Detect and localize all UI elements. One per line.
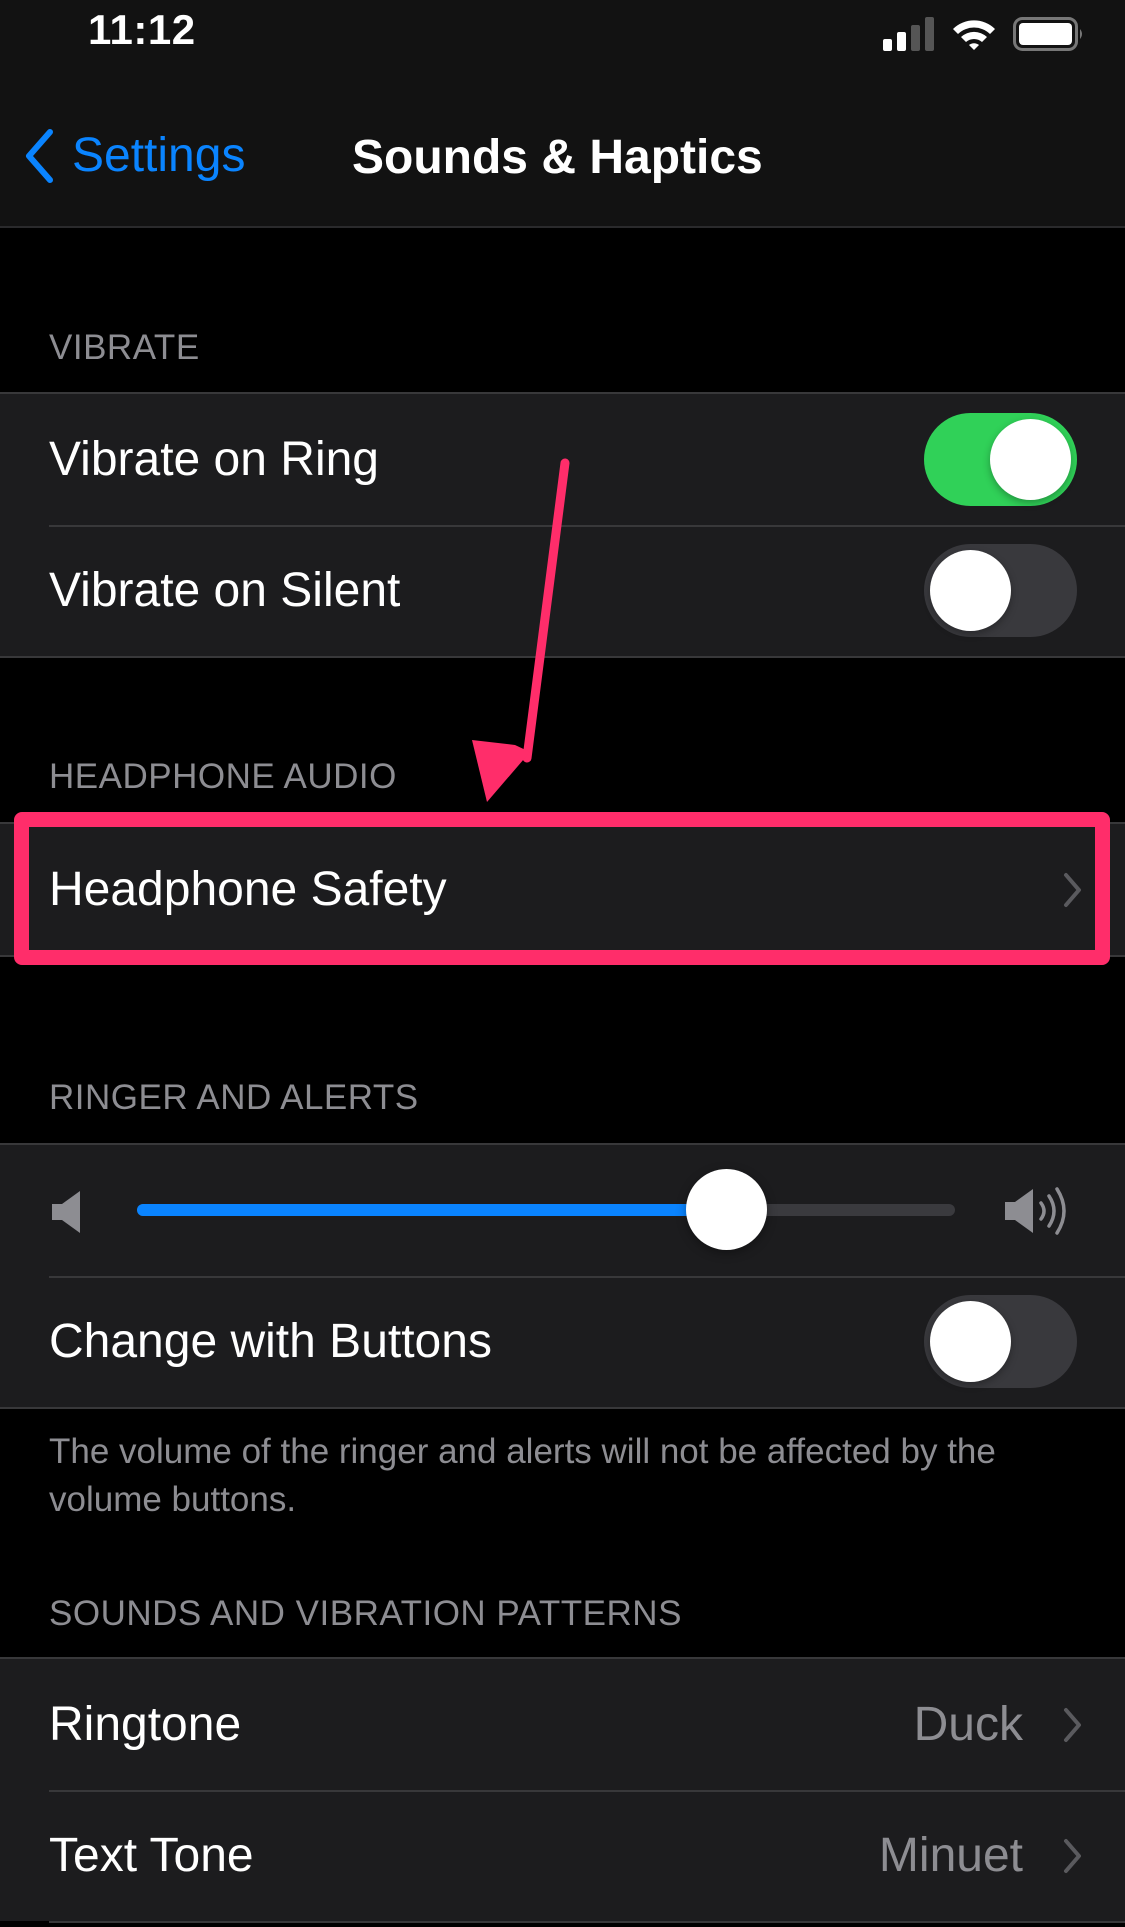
row-value: Duck bbox=[913, 1698, 1023, 1751]
headphone-audio-group: Headphone Safety bbox=[0, 822, 1125, 957]
toggle-knob bbox=[990, 419, 1071, 500]
row-value: Minuet bbox=[878, 1829, 1023, 1882]
row-label: Ringtone bbox=[49, 1698, 242, 1751]
page-title: Sounds & Haptics bbox=[352, 131, 763, 184]
headphone-safety-row[interactable]: Headphone Safety bbox=[0, 824, 1125, 955]
back-label: Settings bbox=[72, 129, 246, 182]
speaker-wave-icon bbox=[1005, 1187, 1066, 1235]
row-label: Vibrate on Silent bbox=[49, 564, 401, 617]
row-label: Headphone Safety bbox=[49, 863, 447, 916]
vibrate-group: Vibrate on Ring Vibrate on Silent bbox=[0, 392, 1125, 658]
change-with-buttons-toggle[interactable] bbox=[924, 1295, 1077, 1388]
navigation-bar: Settings Sounds & Haptics bbox=[0, 80, 1125, 228]
vibrate-on-ring-row: Vibrate on Ring bbox=[0, 394, 1125, 525]
volume-slider-fill bbox=[137, 1204, 726, 1216]
chevron-right-icon bbox=[1064, 1838, 1081, 1873]
row-label: Change with Buttons bbox=[49, 1315, 492, 1368]
ringer-alerts-group: Change with Buttons bbox=[0, 1143, 1125, 1409]
volume-slider-thumb[interactable] bbox=[685, 1169, 767, 1250]
section-header-sounds-patterns: SOUNDS AND VIBRATION PATTERNS bbox=[49, 1594, 682, 1633]
vibrate-on-ring-toggle[interactable] bbox=[924, 413, 1077, 506]
back-button[interactable]: Settings bbox=[24, 128, 245, 183]
row-divider bbox=[49, 1921, 1125, 1923]
section-header-vibrate: VIBRATE bbox=[49, 328, 200, 367]
section-header-headphone-audio: HEADPHONE AUDIO bbox=[49, 757, 397, 796]
toggle-knob bbox=[930, 550, 1011, 631]
status-icons bbox=[883, 14, 1085, 54]
ringer-footer-note: The volume of the ringer and alerts will… bbox=[49, 1432, 996, 1519]
text-tone-row[interactable]: Text Tone Minuet bbox=[0, 1790, 1125, 1921]
wifi-icon bbox=[953, 20, 995, 50]
chevron-left-icon bbox=[26, 128, 53, 183]
row-label: Text Tone bbox=[49, 1829, 254, 1882]
chevron-right-icon bbox=[1064, 1707, 1081, 1742]
chevron-right-icon bbox=[1064, 872, 1081, 907]
row-label: Vibrate on Ring bbox=[49, 433, 379, 486]
volume-slider-row bbox=[0, 1145, 1125, 1276]
vibrate-on-silent-row: Vibrate on Silent bbox=[0, 525, 1125, 656]
ringtone-row[interactable]: Ringtone Duck bbox=[0, 1659, 1125, 1790]
annotation-arrow-icon bbox=[472, 458, 570, 802]
battery-icon bbox=[1013, 17, 1082, 51]
change-with-buttons-row: Change with Buttons bbox=[0, 1276, 1125, 1407]
toggle-knob bbox=[930, 1301, 1011, 1382]
status-time: 11:12 bbox=[88, 6, 196, 53]
volume-slider[interactable] bbox=[137, 1169, 955, 1250]
section-header-ringer-alerts: RINGER AND ALERTS bbox=[49, 1078, 419, 1117]
speaker-icon bbox=[52, 1191, 80, 1233]
cellular-signal-icon bbox=[883, 17, 934, 51]
sounds-patterns-group: Ringtone Duck Text Tone Minuet bbox=[0, 1657, 1125, 1923]
vibrate-on-silent-toggle[interactable] bbox=[924, 544, 1077, 637]
status-bar: 11:12 bbox=[0, 0, 1125, 80]
